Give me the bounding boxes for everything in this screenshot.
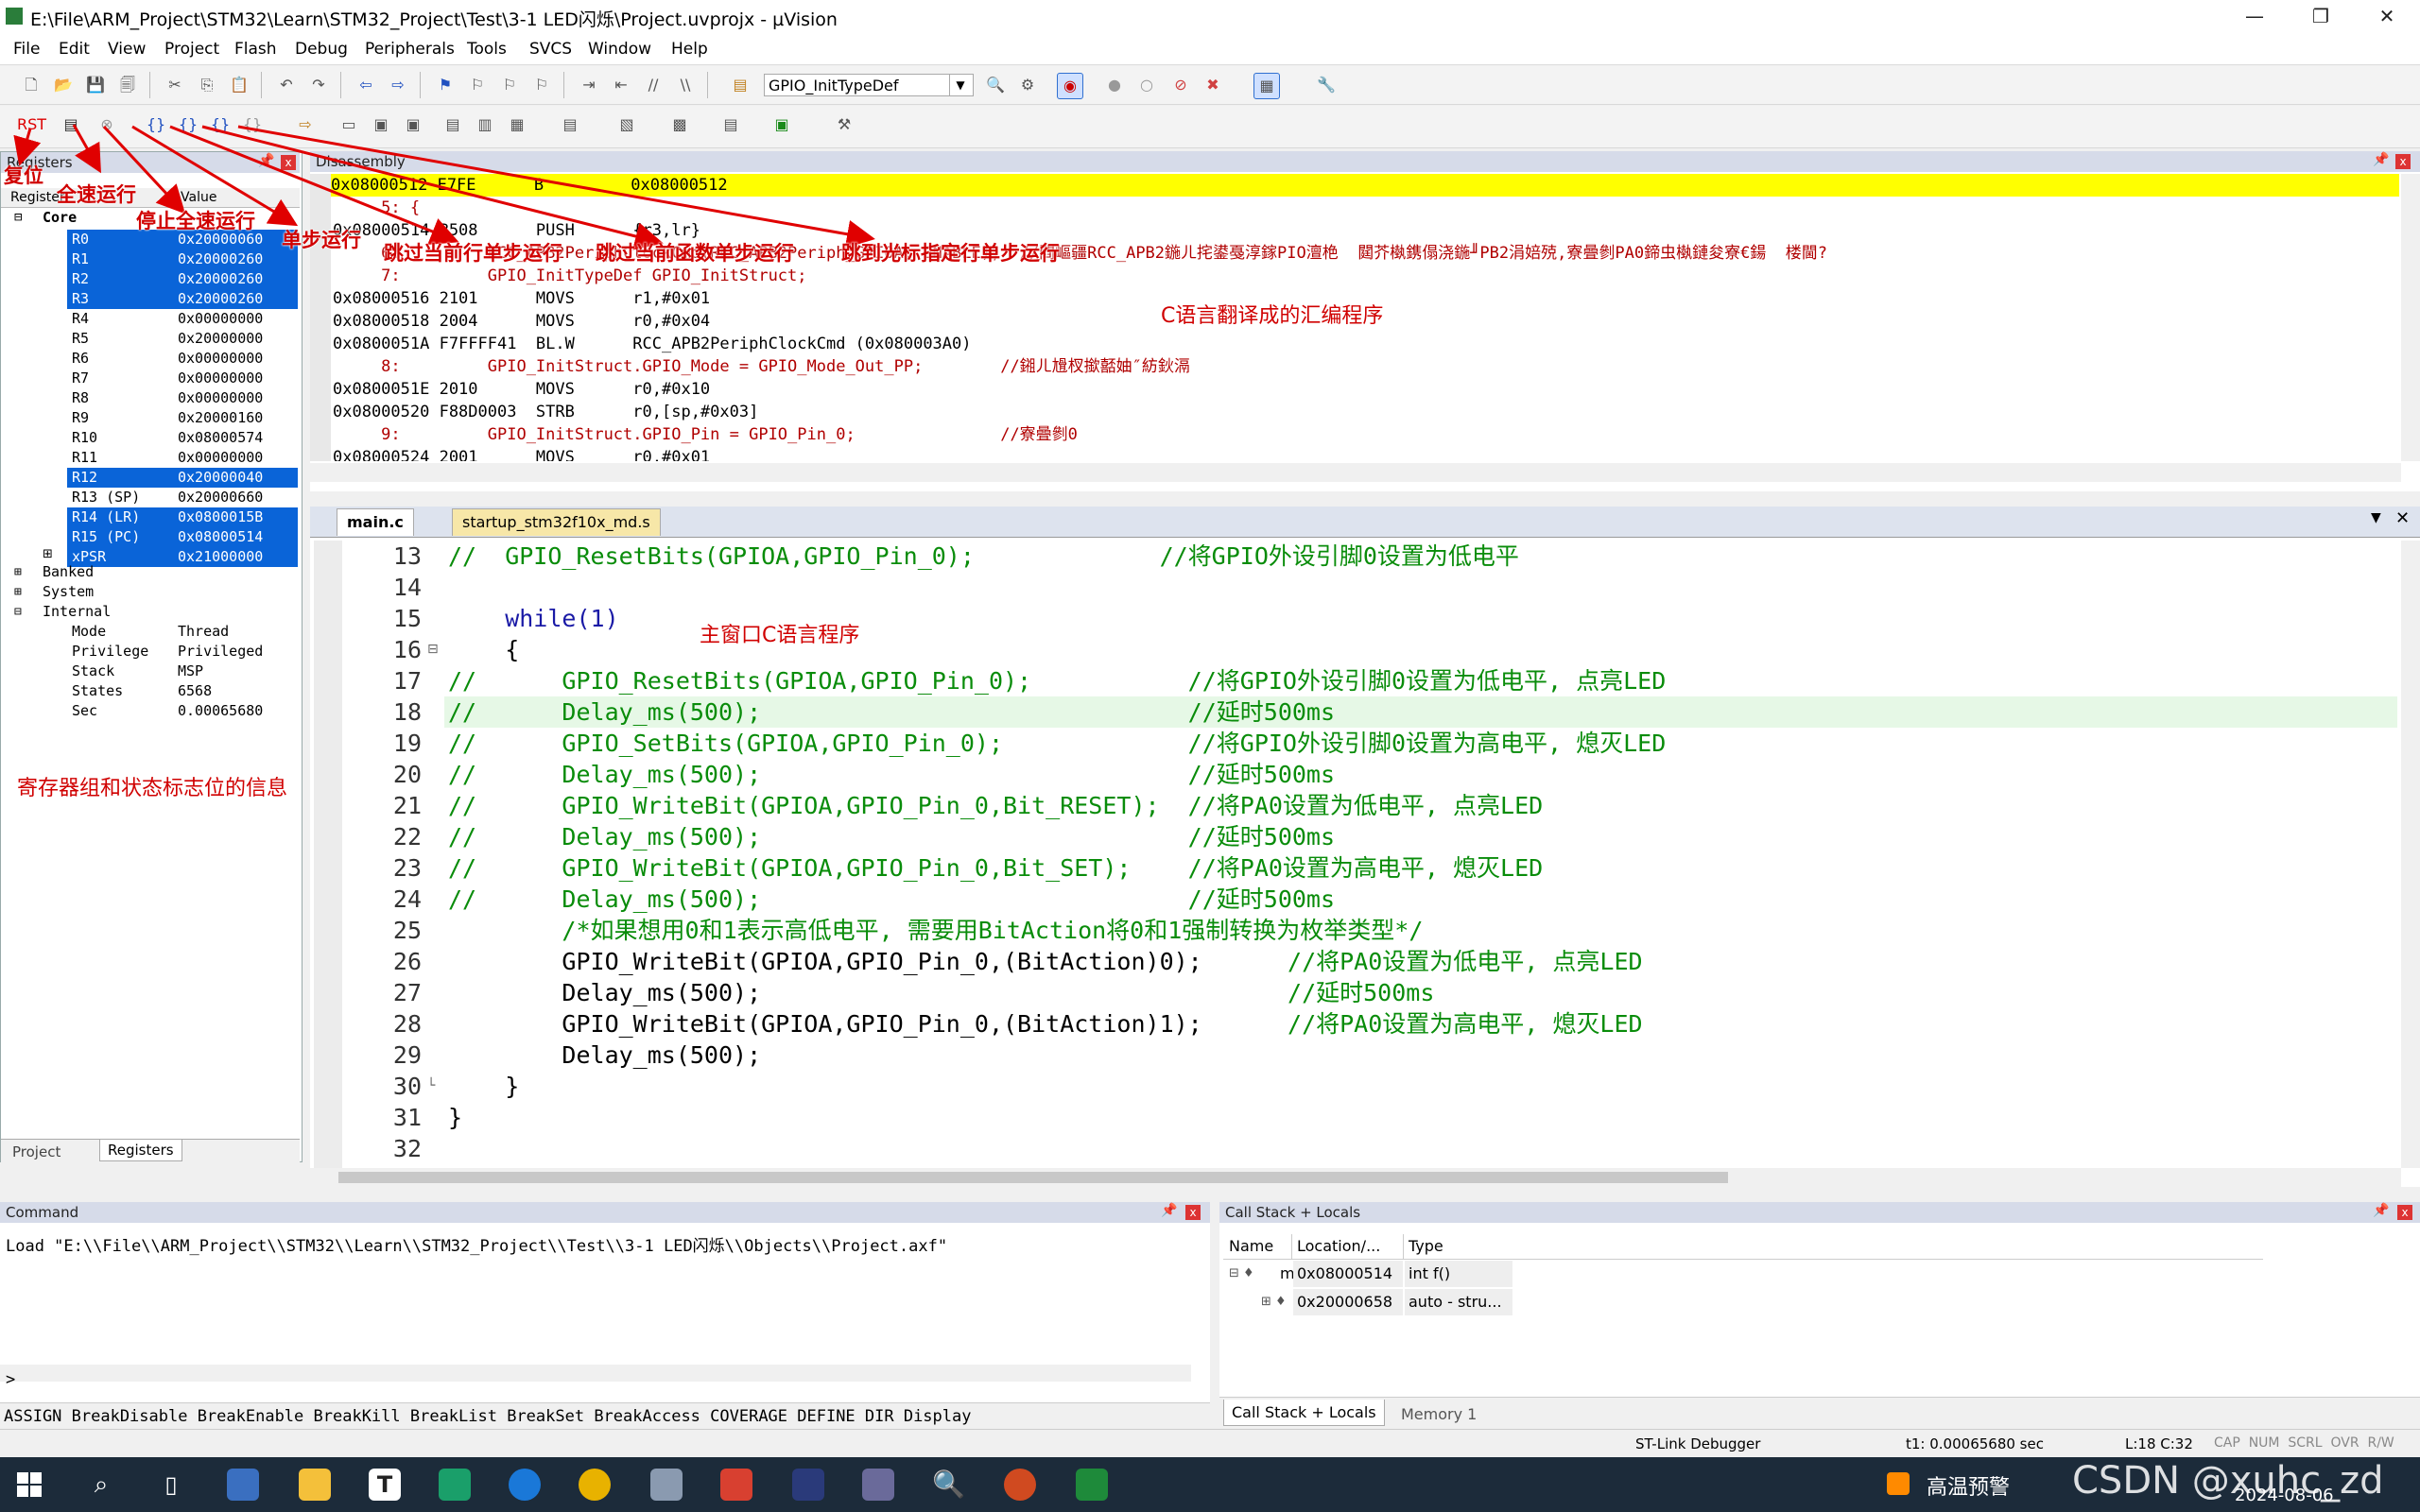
annotation-run: 全速运行 bbox=[57, 183, 136, 206]
annotation-stop: 停止全速运行 bbox=[136, 210, 255, 232]
annotation-reset: 复位 bbox=[4, 164, 43, 187]
annotation-step-over: 跳过当前行单步运行 bbox=[384, 242, 562, 265]
annotation-arrows bbox=[13, 124, 875, 250]
annotation-main: 主窗口C语言程序 bbox=[700, 624, 860, 647]
annotation-run-to-cursor: 跳到光标指定行单步运行 bbox=[841, 242, 1060, 265]
annotation-asm: C语言翻译成的汇编程序 bbox=[1161, 304, 1384, 328]
annotation-step-out: 跳过当前函数单步运行 bbox=[596, 242, 794, 265]
annotation-step: 单步运行 bbox=[282, 229, 361, 251]
annotation-registers: 寄存器组和状态标志位的信息 bbox=[17, 777, 288, 800]
